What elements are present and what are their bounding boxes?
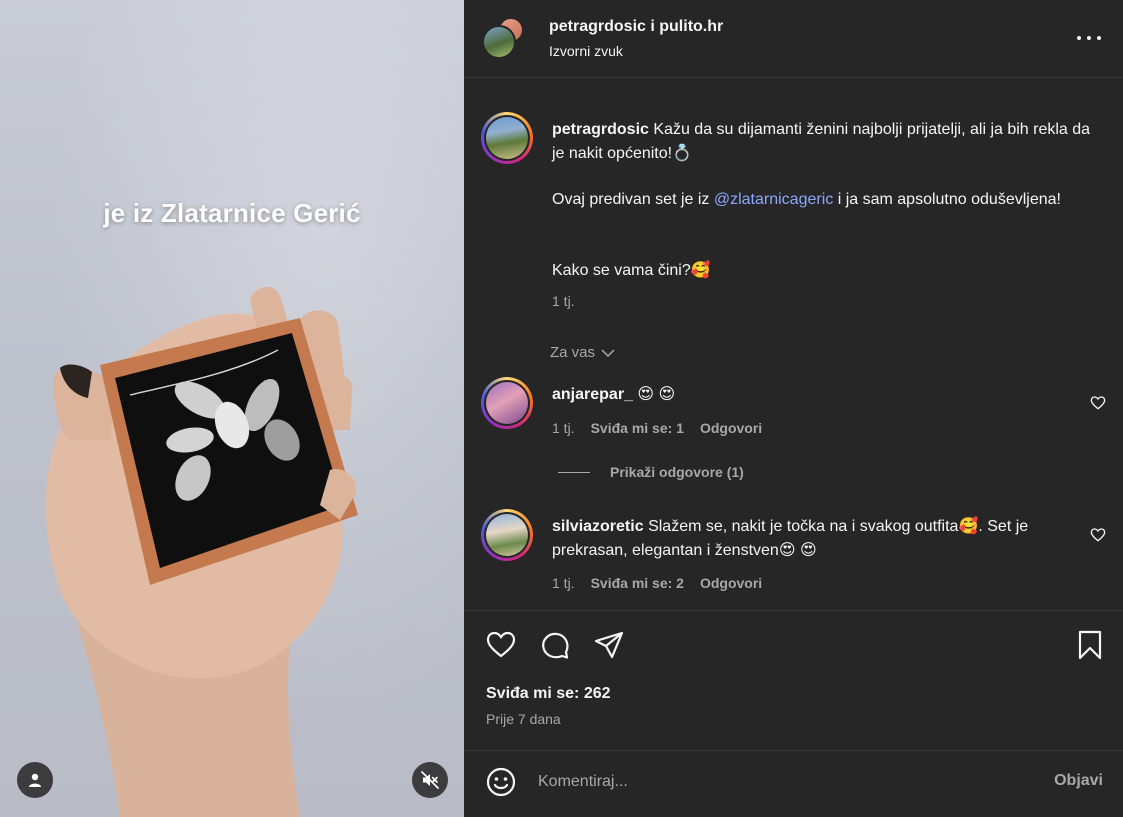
avatar-petragrdosic [482, 25, 516, 59]
more-dot [1097, 36, 1101, 40]
comment-meta: 1 tj. Sviđa mi se: 2 Odgovori [552, 575, 762, 591]
comment-avatar[interactable] [481, 509, 533, 561]
paper-plane-icon[interactable] [593, 629, 625, 661]
more-horizontal-icon [1077, 36, 1081, 40]
caption-time[interactable]: 1 tj. [552, 293, 575, 309]
reply-button[interactable]: Odgovori [700, 420, 762, 436]
avatar-photo [486, 117, 528, 159]
comment-sort-dropdown[interactable]: Za vas [550, 344, 615, 361]
comment-input[interactable] [538, 768, 1018, 796]
reel-media[interactable]: je iz Zlatarnice Gerić [0, 0, 464, 817]
more-options-button[interactable] [1077, 28, 1101, 48]
post-header: petragrdosic i pulito.hr Izvorni zvuk [464, 0, 1123, 78]
comment-body: 😍 😍 [637, 386, 676, 403]
bookmark-icon[interactable] [1074, 629, 1106, 661]
comment-username[interactable]: silviazoretic [552, 518, 644, 535]
comment-text: anjarepar_ 😍 😍 [552, 383, 1102, 407]
comment-meta: 1 tj. Sviđa mi se: 1 Odgovori [552, 420, 762, 436]
comment-bubble-icon[interactable] [539, 629, 571, 661]
caption-text: petragrdosic Kažu da su dijamanti ženini… [552, 118, 1102, 166]
caption-p2-start: Ovaj predivan set je iz [552, 191, 714, 208]
post-date[interactable]: Prije 7 dana [486, 711, 561, 727]
audio-link[interactable]: Izvorni zvuk [549, 43, 623, 59]
post-details-panel: petragrdosic i pulito.hr Izvorni zvuk pe… [464, 0, 1123, 817]
mute-toggle-button[interactable] [412, 762, 448, 798]
heart-icon[interactable] [485, 629, 517, 661]
caption-avatar[interactable] [481, 112, 533, 164]
comment-time[interactable]: 1 tj. [552, 575, 575, 591]
chevron-down-icon [601, 348, 615, 357]
mention-link[interactable]: @zlatarnicageric [714, 191, 833, 208]
comments-section[interactable]: petragrdosic Kažu da su dijamanti ženini… [464, 79, 1123, 609]
reply-button[interactable]: Odgovori [700, 575, 762, 591]
caption-paragraph-3: Kako se vama čini?🥰 [552, 262, 711, 279]
view-replies-label: Prikaži odgovore (1) [610, 464, 744, 480]
sort-label: Za vas [550, 344, 596, 361]
caption-username[interactable]: petragrdosic [552, 121, 649, 138]
user-icon [29, 773, 41, 787]
comment-avatar[interactable] [481, 377, 533, 429]
smiley-icon[interactable] [485, 766, 517, 798]
collab-avatars[interactable] [482, 17, 524, 61]
caption-p2-end: i ja sam apsolutno oduševljena! [833, 191, 1061, 208]
comment-username[interactable]: anjarepar_ [552, 386, 633, 403]
avatar-photo [486, 382, 528, 424]
reel-overlay-text: je iz Zlatarnice Gerić [103, 198, 361, 228]
avatar-photo [486, 514, 528, 556]
more-dot [1087, 36, 1091, 40]
post-actions: Sviđa mi se: 262 Prije 7 dana [464, 610, 1123, 750]
post-comment-button[interactable]: Objavi [1054, 772, 1103, 790]
heart-icon[interactable] [1090, 527, 1106, 543]
comment-time[interactable]: 1 tj. [552, 420, 575, 436]
replies-divider [558, 471, 590, 473]
post-authors[interactable]: petragrdosic i pulito.hr [549, 18, 723, 36]
comment-likes[interactable]: Sviđa mi se: 1 [591, 420, 684, 436]
comment-text: silviazoretic Slažem se, nakit je točka … [552, 515, 1072, 563]
comment-composer: Objavi [464, 750, 1123, 817]
heart-icon[interactable] [1090, 395, 1106, 411]
view-replies-button[interactable]: Prikaži odgovore (1) [558, 464, 744, 480]
speaker-muted-icon [421, 771, 439, 789]
caption-meta: 1 tj. [552, 293, 575, 309]
tagged-users-button[interactable] [17, 762, 53, 798]
comment-likes[interactable]: Sviđa mi se: 2 [591, 575, 684, 591]
likes-count[interactable]: Sviđa mi se: 262 [486, 685, 611, 703]
hand-with-jewelry-box-image [46, 286, 358, 817]
caption-paragraph-2: Ovaj predivan set je iz @zlatarnicageric… [552, 188, 1102, 212]
